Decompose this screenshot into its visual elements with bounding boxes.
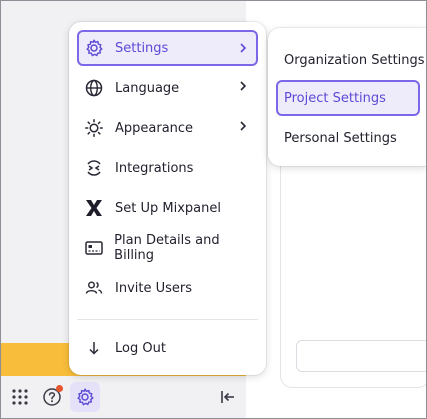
chevron-right-icon xyxy=(240,121,247,131)
submenu-item-label: Organization Settings xyxy=(284,52,425,68)
submenu-item-organization-settings[interactable]: Organization Settings xyxy=(276,42,425,78)
users-icon xyxy=(85,281,103,294)
menu-divider xyxy=(77,319,258,320)
sidebar-bottom-bar xyxy=(1,377,246,418)
chevron-right-icon xyxy=(240,81,247,91)
collapse-sidebar-icon xyxy=(221,391,234,403)
menu-item-label: Log Out xyxy=(115,340,166,356)
chevron-right-icon xyxy=(240,43,247,53)
menu-item-plan-details-billing[interactable]: Plan Details and Billing xyxy=(77,230,258,266)
menu-item-invite-users[interactable]: Invite Users xyxy=(77,270,258,306)
user-menu: Settings Language Appearance Integration… xyxy=(69,22,266,375)
menu-item-set-up-mixpanel[interactable]: Set Up Mixpanel xyxy=(77,190,258,226)
grid-icon xyxy=(12,389,28,405)
menu-item-label: Invite Users xyxy=(115,280,193,296)
submenu-item-personal-settings[interactable]: Personal Settings xyxy=(276,120,420,156)
menu-item-appearance[interactable]: Appearance xyxy=(77,110,258,146)
menu-item-label: Plan Details and Billing xyxy=(114,233,220,263)
settings-button[interactable] xyxy=(70,382,100,412)
menu-item-settings[interactable]: Settings xyxy=(77,30,258,66)
content-input[interactable] xyxy=(296,340,427,372)
menu-item-log-out[interactable]: Log Out xyxy=(77,330,258,366)
submenu-item-project-settings[interactable]: Project Settings xyxy=(276,80,420,116)
menu-item-label: Set Up Mixpanel xyxy=(115,200,221,216)
mixpanel-logo-icon xyxy=(86,200,102,216)
submenu-item-label: Project Settings xyxy=(284,90,386,106)
gear-icon xyxy=(77,388,94,406)
help-button[interactable] xyxy=(37,382,67,412)
menu-item-label: Appearance xyxy=(115,120,194,136)
menu-item-label: Integrations xyxy=(115,160,194,176)
gear-icon xyxy=(86,39,103,57)
globe-icon xyxy=(85,79,103,97)
integrations-icon xyxy=(87,160,101,176)
menu-item-label: Settings xyxy=(115,40,169,56)
arrow-down-icon xyxy=(89,342,99,355)
submenu-item-label: Personal Settings xyxy=(284,130,397,146)
sun-icon xyxy=(85,119,103,137)
menu-item-integrations[interactable]: Integrations xyxy=(77,150,258,186)
notification-dot xyxy=(56,385,63,392)
menu-item-label: Language xyxy=(115,80,180,96)
collapse-sidebar-button[interactable] xyxy=(213,382,243,412)
settings-submenu: Organization Settings Project Settings P… xyxy=(268,28,427,166)
billing-card-icon xyxy=(84,241,103,255)
apps-button[interactable] xyxy=(5,382,35,412)
menu-item-language[interactable]: Language xyxy=(77,70,258,106)
